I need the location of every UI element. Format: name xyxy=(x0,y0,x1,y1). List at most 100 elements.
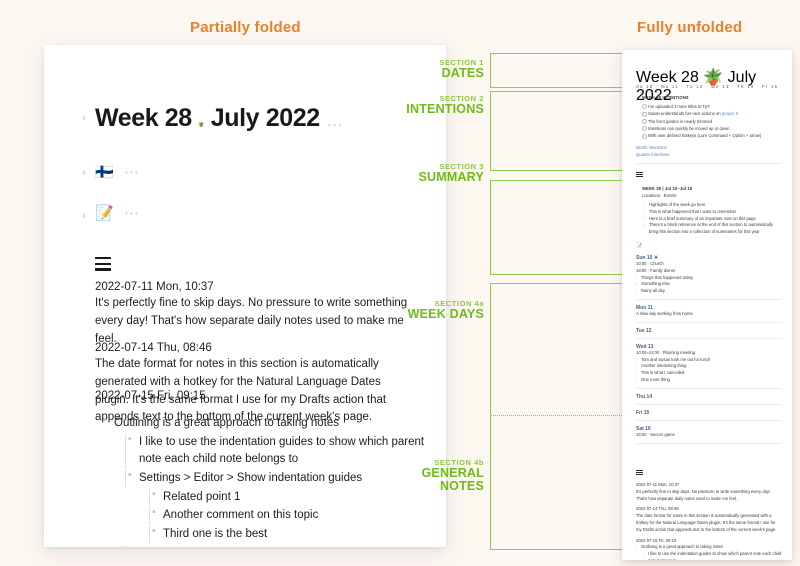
thumb-intention-link[interactable]: project X xyxy=(722,111,739,116)
thumb-day-item: Tom and Susan took me out for lunch xyxy=(636,356,782,364)
partially-folded-note-card: › Week 28 🪴 July 2022 … › 🇫🇮 ⋯ › 📝 ⋯ 202… xyxy=(44,45,446,547)
thumb-day-item: This is what I cancelled xyxy=(636,370,782,377)
thumb-day-block: Sun 10 ☀ 10:00 · Church 18:00 · Family din… xyxy=(636,255,782,300)
thumb-dates-row: Su 10 · Mo 11 · Tu 12 · We 13 · Th 14 · … xyxy=(636,84,779,94)
hamburger-bar xyxy=(636,176,643,178)
right-column-heading: Fully unfolded xyxy=(637,19,743,36)
hamburger-bar xyxy=(636,472,643,474)
thumb-day-item: Something else xyxy=(636,281,782,288)
section-name: INTENTIONS xyxy=(406,102,484,116)
thumb-day-item: Another interesting thing xyxy=(636,363,782,370)
thumb-day-note: A slow day working from home xyxy=(636,310,693,316)
thumb-day-block: Thu 14 xyxy=(636,394,782,405)
note-outline-list: Outlining is a great approach to taking … xyxy=(101,414,431,547)
thumb-summary-list: Highlights of the week go hereThis is wh… xyxy=(644,202,782,236)
memo-emoji: 📝 xyxy=(95,205,114,222)
thumb-intention-item[interactable]: I've uploaded 3 more titles to TpT xyxy=(642,103,782,110)
thumb-day-item: Rainy all day xyxy=(636,288,782,295)
thumb-day-block: Mon 11 A slow day working from home xyxy=(636,305,782,323)
thumb-hamburger-icon xyxy=(636,172,643,178)
entry-timestamp: 2022-07-14 Thu, 08:46 xyxy=(95,342,212,354)
thumb-day-time: 10:00 · Church xyxy=(636,261,664,266)
thumb-intentions-list: I've uploaded 3 more titles to TpT Susan … xyxy=(642,103,782,140)
thumb-day-item: Things that happened today xyxy=(636,274,782,282)
section-name: WEEK DAYS xyxy=(407,307,484,321)
note-title-rest: July 2022 xyxy=(210,104,320,132)
section-label-dates: SECTION 1 DATES xyxy=(410,58,484,80)
section-label-intentions: SECTION 2 INTENTIONS xyxy=(398,94,484,116)
thumb-memo-emoji: 📝 xyxy=(636,243,643,249)
folded-ellipsis-1: ⋯ xyxy=(123,164,140,181)
thumb-day-heading: Thu 14 xyxy=(636,393,653,400)
thumb-summary-heading: WEEK 28 | Jul 10–Jul 16 xyxy=(642,186,693,191)
thumb-internal-link[interactable]: Quarter intentions xyxy=(636,152,782,159)
thumb-intention-item[interactable]: With user defined hotkeys (Lure Command … xyxy=(642,132,782,140)
outline-item: Another comment on this topic xyxy=(149,506,431,525)
fully-unfolded-overview: SECTION 1 DATES SECTION 2 INTENTIONS SEC… xyxy=(406,40,800,560)
thumb-day-time: 18:00 · Family dinner xyxy=(636,267,676,273)
thumb-entry-timestamp: 2022-07-15 Fri, 09:15 xyxy=(636,537,677,543)
outline-item: I like to use the indentation guides to … xyxy=(125,433,431,468)
hamburger-bar xyxy=(636,474,643,476)
section-label-general-notes: SECTION 4b GENERAL NOTES xyxy=(398,458,484,494)
thumb-summary-item: This is what happened that I want to rem… xyxy=(644,208,782,216)
thumb-general-notes: 2022-07-11 Mon, 10:37 It's perfectly fine… xyxy=(636,482,782,560)
hamburger-bar xyxy=(95,262,111,265)
hamburger-bar xyxy=(95,268,111,271)
potted-plant-emoji: 🪴 xyxy=(198,122,205,128)
thumb-outline-item: I like to use the indentation guides to … xyxy=(643,551,782,560)
entry-body: It's perfectly fine to skip days. No pre… xyxy=(95,297,408,345)
hamburger-bar xyxy=(636,470,643,471)
note-title-text: Week 28 xyxy=(95,104,192,132)
folded-ellipsis-title: … xyxy=(326,111,343,130)
thumb-day-divider xyxy=(636,403,782,405)
thumb-day-time: 10:00–11:00 · Planning meeting xyxy=(636,349,696,355)
thumb-internal-link[interactable]: Month intentions xyxy=(636,145,782,152)
section-name-line1: GENERAL xyxy=(421,466,484,480)
thumb-summary-item: Here is a brief summary of an important … xyxy=(644,215,782,223)
thumb-entry-body: The date format for notes in this sectio… xyxy=(636,513,777,532)
hamburger-bar xyxy=(636,172,643,173)
thumb-summary-item: There's a block reference at the end of … xyxy=(644,222,782,236)
thumb-day-divider xyxy=(636,321,782,323)
hamburger-bar xyxy=(95,257,111,260)
thumb-day-block: Fri 15 xyxy=(636,410,782,421)
thumb-intention-item[interactable]: Susan understands her next actions on pr… xyxy=(642,110,782,118)
flag-emoji: 🇫🇮 xyxy=(95,164,114,181)
unfolded-note-thumbnail: Week 28 🪴 July 2022 Su 10 · Mo 11 · Tu 1… xyxy=(622,50,792,560)
folded-ellipsis-2: ⋯ xyxy=(123,205,140,222)
thumb-summary-item: Highlights of the week go here xyxy=(644,202,782,209)
note-entry: 2022-07-11 Mon, 10:37 It's perfectly fin… xyxy=(95,281,415,348)
folded-row-intentions: 🇫🇮 ⋯ xyxy=(95,163,140,181)
thumb-intentions-heading: WEEK 28 INTENTIONS xyxy=(642,95,689,100)
thumb-intention-item[interactable]: The front garden is nearly trimmed xyxy=(642,118,782,125)
thumb-outline-item: Outlining is a great approach to taking … xyxy=(636,544,782,551)
thumb-day-block: Sat 16 19:00 · Soccer game xyxy=(636,426,782,444)
section-label-weekdays: SECTION 4a WEEK DAYS xyxy=(398,299,484,321)
fold-arrow-title[interactable]: › xyxy=(82,113,86,124)
fold-arrow-intentions[interactable]: › xyxy=(82,168,86,179)
note-document: › Week 28 🪴 July 2022 … › 🇫🇮 ⋯ › 📝 ⋯ 202… xyxy=(44,45,446,547)
section-name: SUMMARY xyxy=(418,170,484,184)
thumb-intention-item[interactable]: Intentions can quickly be moved up or do… xyxy=(642,125,782,132)
thumb-rule xyxy=(636,163,782,164)
thumb-day-divider xyxy=(636,298,782,300)
thumb-weekdays: Sun 10 ☀ 10:00 · Church 18:00 · Family din… xyxy=(636,255,782,449)
outline-item: Related point 1 xyxy=(149,488,431,506)
thumb-entry-timestamp: 2022-07-11 Mon, 10:37 xyxy=(636,482,680,487)
thumb-entry-body: It's perfectly fine to skip days. No pre… xyxy=(636,488,771,501)
entry-timestamp: 2022-07-15 Fri, 09:15 xyxy=(95,390,206,402)
thumb-day-block: Tue 12 xyxy=(636,328,782,339)
thumb-day-heading: Tue 12 xyxy=(636,327,652,334)
thumb-day-time: 19:00 · Soccer game xyxy=(636,431,675,437)
hamburger-icon xyxy=(95,257,111,271)
left-column-heading: Partially folded xyxy=(190,19,301,36)
thumb-day-divider xyxy=(636,419,782,421)
thumb-entry-timestamp: 2022-07-14 Thu, 08:46 xyxy=(636,506,679,512)
outline-item: This note might end up being a topic in … xyxy=(125,544,431,547)
thumb-general-hamburger-icon xyxy=(636,470,643,476)
fold-arrow-summary[interactable]: › xyxy=(82,211,86,222)
note-title: Week 28 🪴 July 2022 … xyxy=(95,104,343,133)
thumb-intention-links: Month intentions Quarter intentions xyxy=(636,145,782,159)
section-label-summary: SECTION 3 SUMMARY xyxy=(398,162,484,184)
